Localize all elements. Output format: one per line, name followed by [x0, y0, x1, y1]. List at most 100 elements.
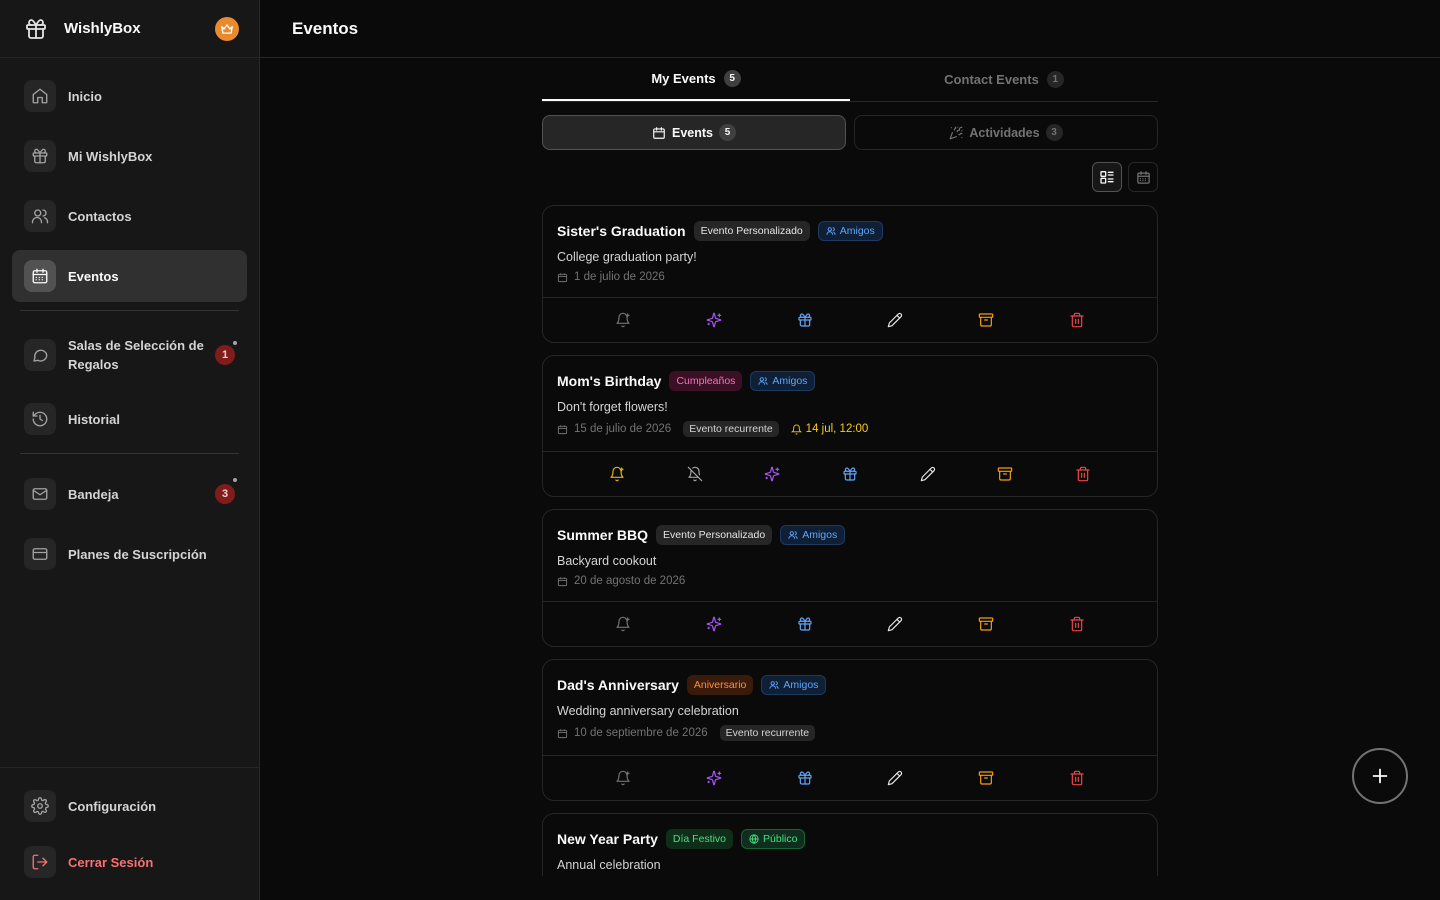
- dot-indicator: [233, 478, 237, 482]
- gift-icon[interactable]: [795, 768, 815, 788]
- sparkles-icon[interactable]: [762, 464, 782, 484]
- crown-icon[interactable]: [215, 17, 239, 41]
- sidebar-item-historial[interactable]: Historial: [12, 393, 247, 445]
- category-badge: Cumpleaños: [669, 371, 743, 391]
- tab-contact-events[interactable]: Contact Events 1: [850, 58, 1158, 101]
- plus-icon: [1369, 765, 1391, 787]
- reminder-time: 14 jul, 12:00: [790, 423, 868, 435]
- users-icon: [769, 680, 780, 690]
- event-description: College graduation party!: [557, 250, 697, 264]
- pencil-icon[interactable]: [918, 464, 938, 484]
- dot-indicator: [233, 341, 237, 345]
- event-title: Dad's Anniversary: [557, 677, 679, 693]
- logout-icon: [24, 846, 56, 878]
- sidebar-item-label: Bandeja: [68, 486, 119, 502]
- globe-icon: [749, 834, 759, 844]
- gift-icon[interactable]: [795, 310, 815, 330]
- sidebar-item-configuracion[interactable]: Configuración: [12, 780, 247, 832]
- sidebar-nav: Inicio Mi WishlyBox Contactos Eventos Sa…: [0, 58, 259, 580]
- card-actions: [543, 756, 1157, 800]
- sidebar-item-salas[interactable]: Salas de Selección de Regalos 1: [12, 325, 247, 385]
- pencil-icon[interactable]: [885, 614, 905, 634]
- event-card[interactable]: Dad's Anniversary Aniversario Amigos Wed…: [542, 659, 1158, 801]
- category-badge: Día Festivo: [665, 829, 734, 849]
- gear-icon: [24, 790, 56, 822]
- event-card[interactable]: Summer BBQ Evento Personalizado Amigos B…: [542, 509, 1158, 647]
- tab-my-events[interactable]: My Events 5: [542, 58, 850, 101]
- archive-icon[interactable]: [976, 768, 996, 788]
- logout-button[interactable]: Cerrar Sesión: [12, 836, 247, 888]
- event-card[interactable]: Mom's Birthday Cumpleaños Amigos Don't f…: [542, 355, 1158, 497]
- sidebar-item-eventos[interactable]: Eventos: [12, 250, 247, 302]
- add-reminder-icon[interactable]: [607, 464, 627, 484]
- event-description: Backyard cookout: [557, 554, 657, 568]
- sidebar: WishlyBox Inicio Mi WishlyBox Contactos …: [0, 0, 260, 900]
- mail-icon: [24, 478, 56, 510]
- brand[interactable]: WishlyBox: [0, 0, 259, 58]
- trash-icon[interactable]: [1067, 768, 1087, 788]
- pencil-icon[interactable]: [885, 768, 905, 788]
- notification-badge: 1: [215, 345, 235, 365]
- event-description: Wedding anniversary celebration: [557, 704, 739, 718]
- archive-icon[interactable]: [995, 464, 1015, 484]
- sparkles-icon[interactable]: [704, 614, 724, 634]
- audience-label: Amigos: [772, 375, 808, 387]
- gift-logo-icon: [24, 17, 48, 41]
- calendar-icon: [557, 272, 568, 283]
- calendar-icon: [652, 126, 666, 140]
- subtab-events[interactable]: Events 5: [542, 115, 846, 150]
- list-view-button[interactable]: [1092, 162, 1122, 192]
- sidebar-item-bandeja[interactable]: Bandeja 3: [12, 468, 247, 520]
- add-reminder-icon[interactable]: [613, 614, 633, 634]
- audience-badge: Amigos: [780, 525, 846, 545]
- divider: [20, 453, 239, 454]
- sparkles-icon[interactable]: [704, 310, 724, 330]
- sparkles-icon[interactable]: [704, 768, 724, 788]
- event-card[interactable]: Sister's Graduation Evento Personalizado…: [542, 205, 1158, 343]
- card-actions: [543, 298, 1157, 342]
- sidebar-item-inicio[interactable]: Inicio: [12, 70, 247, 122]
- subtab-label: Actividades: [969, 125, 1040, 140]
- trash-icon[interactable]: [1067, 310, 1087, 330]
- add-event-button[interactable]: [1352, 748, 1408, 804]
- notification-badge: 3: [215, 484, 235, 504]
- event-date: 10 de septiembre de 2026: [574, 727, 708, 739]
- sidebar-item-planes[interactable]: Planes de Suscripción: [12, 528, 247, 580]
- subtab-actividades[interactable]: Actividades 3: [854, 115, 1158, 150]
- app-name: WishlyBox: [64, 20, 141, 37]
- card-actions: [543, 602, 1157, 646]
- subtab-count: 5: [719, 124, 736, 141]
- calendar-view-button[interactable]: [1128, 162, 1158, 192]
- recurring-badge: Evento recurrente: [683, 421, 779, 437]
- trash-icon[interactable]: [1073, 464, 1093, 484]
- calendar-icon: [557, 728, 568, 739]
- sidebar-item-label: Cerrar Sesión: [68, 854, 154, 870]
- users-icon: [24, 200, 56, 232]
- sidebar-item-contactos[interactable]: Contactos: [12, 190, 247, 242]
- gift-icon[interactable]: [840, 464, 860, 484]
- audience-label: Amigos: [783, 679, 819, 691]
- audience-badge: Amigos: [817, 221, 883, 241]
- event-card[interactable]: New Year Party Día Festivo Público Annua…: [542, 813, 1158, 876]
- home-icon: [24, 80, 56, 112]
- subtab-label: Events: [672, 125, 713, 140]
- sidebar-item-label: Configuración: [68, 798, 157, 814]
- archive-icon[interactable]: [976, 310, 996, 330]
- archive-icon[interactable]: [976, 614, 996, 634]
- add-reminder-icon[interactable]: [613, 768, 633, 788]
- users-icon: [758, 376, 769, 386]
- event-date: 1 de julio de 2026: [574, 271, 665, 283]
- sidebar-item-label: Eventos: [68, 268, 119, 284]
- recurring-badge: Evento recurrente: [719, 725, 816, 741]
- calendar-icon: [557, 424, 568, 435]
- event-tabs: My Events 5 Contact Events 1: [542, 58, 1158, 102]
- pencil-icon[interactable]: [885, 310, 905, 330]
- gift-icon[interactable]: [795, 614, 815, 634]
- users-icon: [788, 530, 798, 540]
- sidebar-item-mi-wishlybox[interactable]: Mi WishlyBox: [12, 130, 247, 182]
- sidebar-footer: Configuración Cerrar Sesión: [0, 767, 259, 892]
- trash-icon[interactable]: [1067, 614, 1087, 634]
- add-reminder-icon[interactable]: [613, 310, 633, 330]
- chat-icon: [24, 339, 56, 371]
- bell-off-icon[interactable]: [685, 464, 705, 484]
